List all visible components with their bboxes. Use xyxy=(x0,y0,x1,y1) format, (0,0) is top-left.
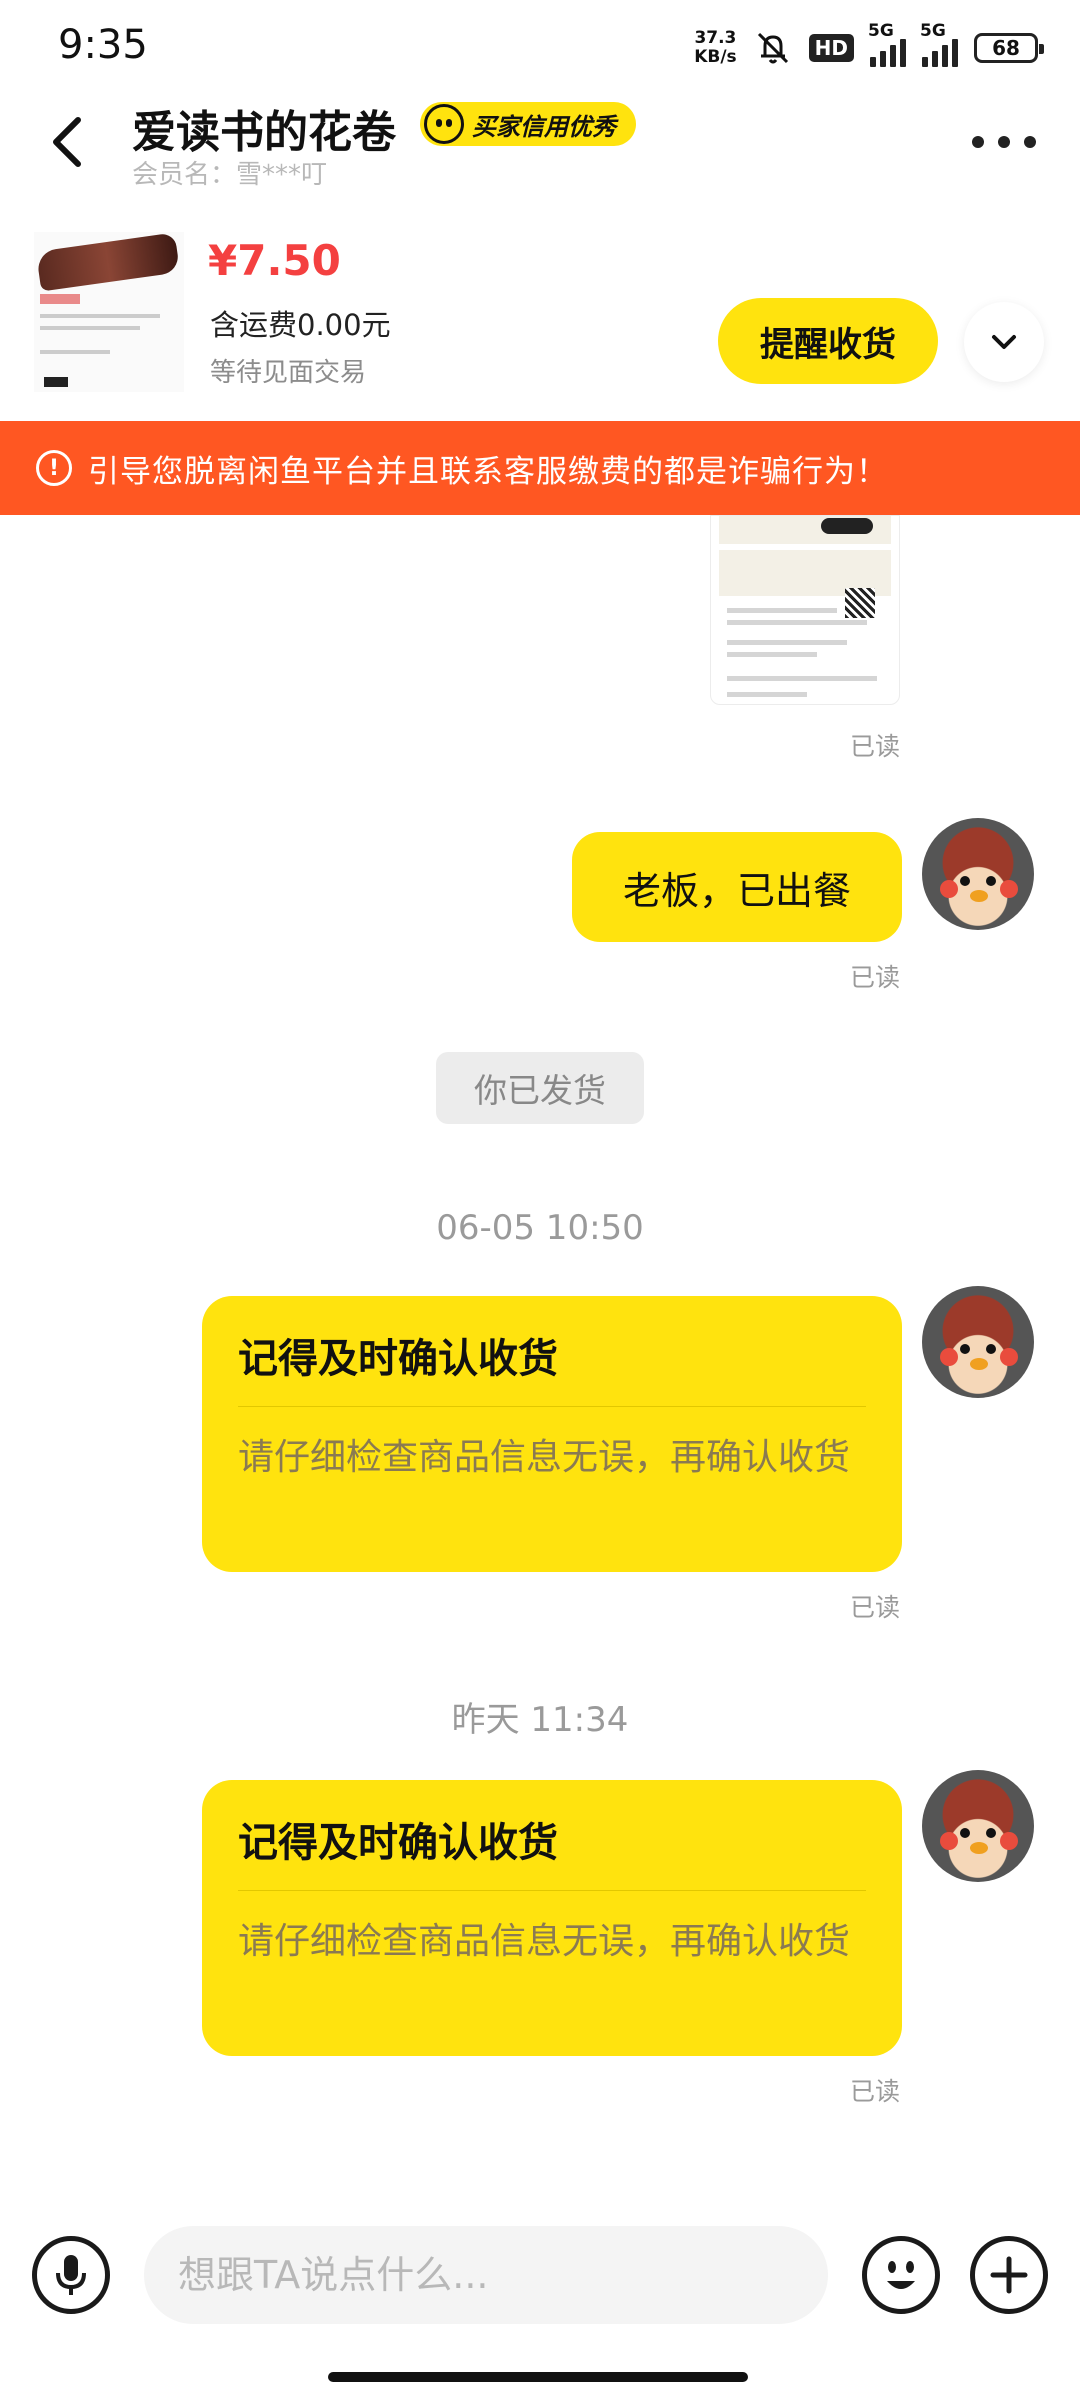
chevron-down-icon xyxy=(992,335,1016,349)
credit-badge: 买家信用优秀 xyxy=(420,102,636,146)
mascot-face-icon xyxy=(424,104,464,144)
trade-status: 等待见面交易 xyxy=(210,358,367,388)
product-thumbnail[interactable] xyxy=(34,232,184,392)
signal-icon-2: 5G xyxy=(920,21,958,67)
status-icons: 37.3 KB/s HD 5G 5G 68 xyxy=(694,21,1044,70)
chat-title: 爱读书的花卷 xyxy=(132,107,396,158)
message-text: 老板，已出餐 xyxy=(622,868,851,913)
system-notice: 你已发货 xyxy=(436,1052,644,1124)
fraud-warning-banner: ! 引导您脱离闲鱼平台并且联系客服缴费的都是诈骗行为！ xyxy=(0,421,1080,515)
chevron-left-icon xyxy=(53,117,81,167)
more-options-button[interactable] xyxy=(972,122,1036,162)
card-title: 记得及时确认收货 xyxy=(238,1336,558,1382)
hd-icon: HD xyxy=(808,34,854,62)
status-time: 9:35 xyxy=(58,22,148,68)
read-receipt: 已读 xyxy=(850,732,901,761)
home-indicator[interactable] xyxy=(328,2372,748,2382)
image-message[interactable] xyxy=(710,515,900,705)
read-receipt: 已读 xyxy=(850,963,901,992)
product-card[interactable]: ¥7.50 含运费0.00元 等待见面交易 提醒收货 xyxy=(0,220,1080,420)
voice-button[interactable] xyxy=(32,2236,110,2314)
microphone-icon xyxy=(56,2255,86,2295)
message-bubble[interactable]: 老板，已出餐 xyxy=(572,832,902,942)
timestamp: 昨天 11:34 xyxy=(451,1700,629,1740)
read-receipt: 已读 xyxy=(850,1593,901,1622)
message-input[interactable] xyxy=(144,2226,828,2324)
smiley-icon xyxy=(887,2261,915,2289)
more-dots-icon xyxy=(972,136,984,148)
emoji-button[interactable] xyxy=(862,2236,940,2314)
warning-icon: ! xyxy=(36,450,72,486)
confirm-receipt-card[interactable]: 记得及时确认收货 请仔细检查商品信息无误，再确认收货 xyxy=(202,1780,902,2056)
back-button[interactable] xyxy=(36,106,100,178)
signal-icon-1: 5G xyxy=(868,21,906,67)
card-body: 请仔细检查商品信息无误，再确认收货 xyxy=(238,1921,851,1962)
card-title: 记得及时确认收货 xyxy=(238,1820,558,1866)
plus-icon xyxy=(990,2256,1028,2294)
expand-button[interactable] xyxy=(964,302,1044,382)
more-actions-button[interactable] xyxy=(970,2236,1048,2314)
read-receipt: 已读 xyxy=(850,2077,901,2106)
avatar[interactable] xyxy=(922,1286,1034,1398)
avatar[interactable] xyxy=(922,1770,1034,1882)
product-price: ¥7.50 xyxy=(208,236,341,285)
shipping-fee: 含运费0.00元 xyxy=(210,308,391,342)
card-divider xyxy=(238,1890,866,1891)
timestamp: 06-05 10:50 xyxy=(436,1208,644,1248)
warning-text: 引导您脱离闲鱼平台并且联系客服缴费的都是诈骗行为！ xyxy=(88,453,888,490)
confirm-receipt-card[interactable]: 记得及时确认收货 请仔细检查商品信息无误，再确认收货 xyxy=(202,1296,902,1572)
card-body: 请仔细检查商品信息无误，再确认收货 xyxy=(238,1437,851,1478)
net-speed: 37.3 KB/s xyxy=(694,28,737,67)
chat-header: 爱读书的花卷 买家信用优秀 会员名：雪***叮 xyxy=(0,88,1080,200)
mute-bell-icon xyxy=(757,32,788,64)
input-bar xyxy=(0,2200,1080,2360)
member-name: 会员名：雪***叮 xyxy=(132,160,328,190)
remind-receipt-button[interactable]: 提醒收货 xyxy=(718,298,938,384)
avatar[interactable] xyxy=(922,818,1034,930)
battery-icon: 68 xyxy=(974,33,1044,63)
card-divider xyxy=(238,1406,866,1407)
status-bar: 9:35 37.3 KB/s HD 5G 5G 68 xyxy=(0,0,1080,88)
